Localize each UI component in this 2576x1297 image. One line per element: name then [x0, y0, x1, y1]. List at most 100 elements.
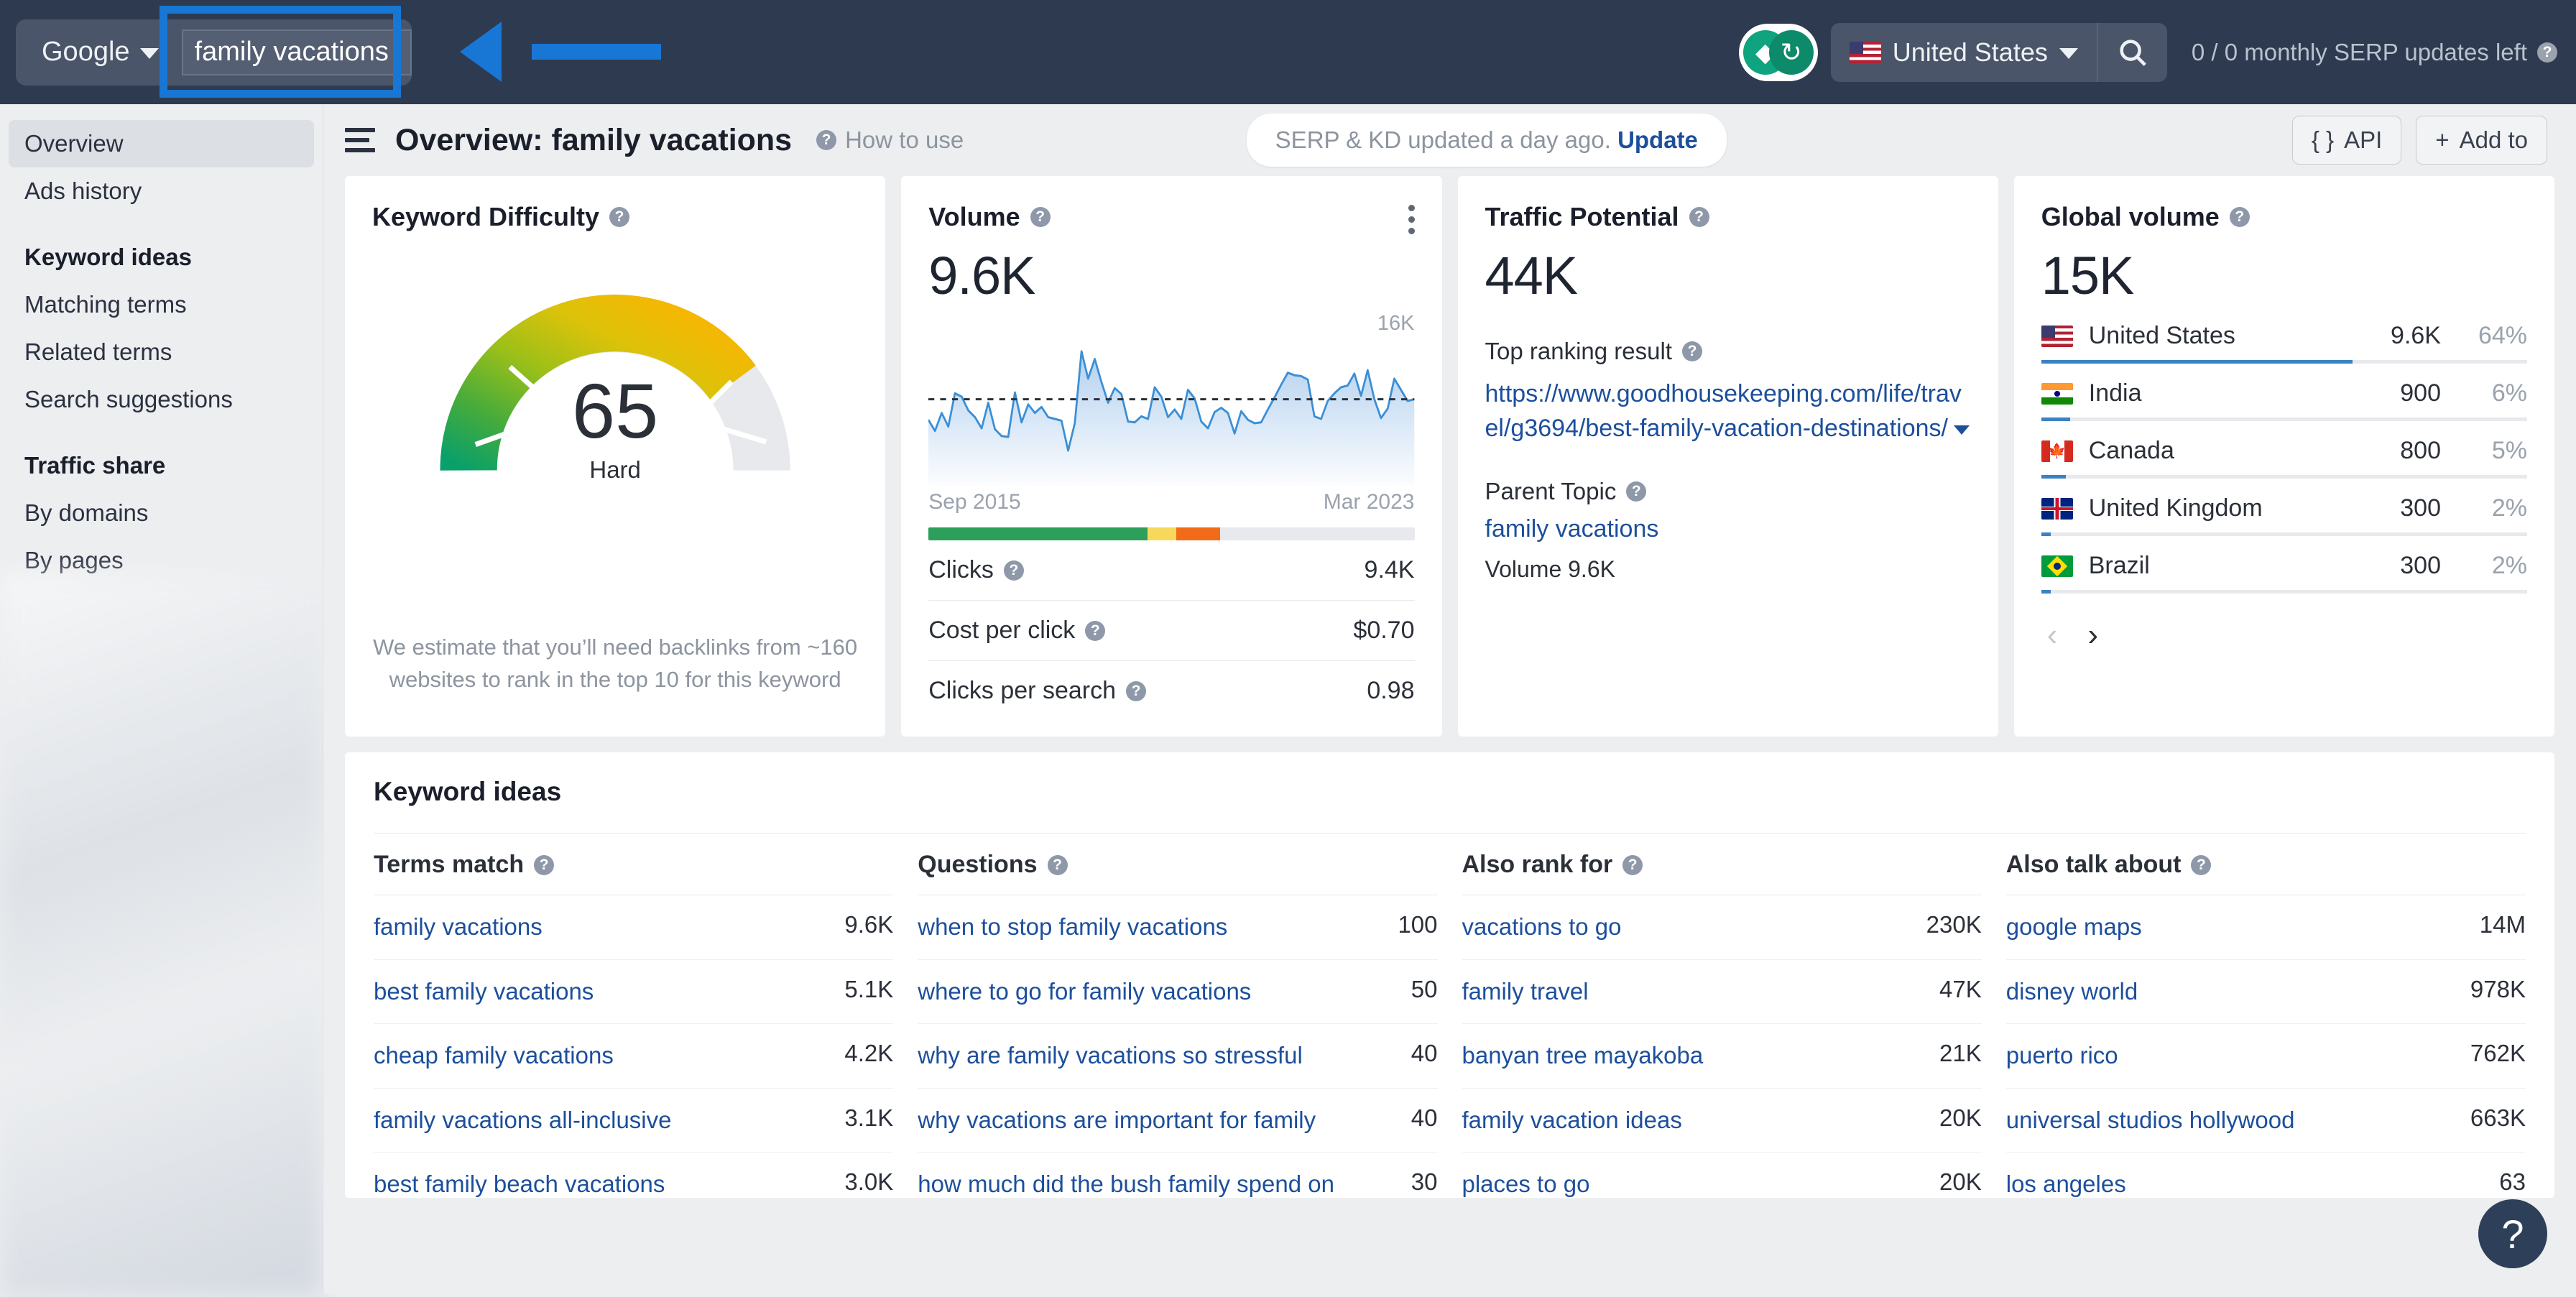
serp-kd-update-banner: SERP & KD updated a day ago. Update [1246, 114, 1727, 167]
add-to-label: Add to [2459, 126, 2528, 153]
help-icon[interactable]: ? [1689, 207, 1709, 227]
keyword-row[interactable]: where to go for family vacations 50 [918, 960, 1438, 1025]
keyword-row[interactable]: los angeles 63 [2006, 1153, 2526, 1198]
keyword-link[interactable]: when to stop family vacations [918, 911, 1227, 943]
keyword-link[interactable]: family vacations [374, 911, 543, 943]
sidebar-item-overview[interactable]: Overview [9, 120, 314, 167]
keyword-row[interactable]: vacations to go 230K [1462, 895, 1982, 960]
keyword-row[interactable]: family vacations all-inclusive 3.1K [374, 1089, 894, 1153]
help-icon[interactable]: ? [1681, 341, 1702, 361]
sidebar-item-related-terms[interactable]: Related terms [9, 328, 314, 376]
keyword-volume: 230K [1926, 911, 1982, 938]
keyword-link[interactable]: los angeles [2006, 1168, 2126, 1198]
keyword-row[interactable]: places to go 20K [1462, 1153, 1982, 1198]
keyword-link[interactable]: best family vacations [374, 976, 594, 1008]
next-page-icon[interactable]: › [2087, 619, 2098, 651]
help-icon[interactable]: ? [609, 207, 630, 227]
keyword-link[interactable]: universal studios hollywood [2006, 1104, 2295, 1137]
help-fab-button[interactable]: ? [2478, 1199, 2547, 1268]
help-icon[interactable]: ? [1085, 620, 1106, 641]
keyword-link[interactable]: best family beach vacations [374, 1168, 665, 1198]
help-icon[interactable]: ? [2229, 207, 2250, 227]
add-to-button[interactable]: + Add to [2416, 116, 2547, 165]
help-icon[interactable]: ? [1626, 481, 1647, 502]
keyword-row[interactable]: disney world 978K [2005, 960, 2526, 1025]
keyword-link[interactable]: cheap family vacations [374, 1040, 614, 1072]
keyword-row[interactable]: cheap family vacations 4.2K [374, 1024, 894, 1089]
help-icon[interactable]: ? [534, 854, 555, 875]
keyword-link[interactable]: family travel [1462, 976, 1589, 1008]
country-selector[interactable]: United States [1831, 22, 2098, 82]
sidebar-item-search-suggestions[interactable]: Search suggestions [9, 376, 314, 423]
keyword-link[interactable]: why are family vacations so stressful [918, 1040, 1303, 1072]
keyword-ideas-column: Also talk about? google maps 14M disney wor… [2005, 834, 2526, 1198]
help-icon[interactable]: ? [2537, 42, 2557, 63]
help-icon[interactable]: ? [1003, 560, 1024, 581]
sidebar-item-matching-terms[interactable]: Matching terms [9, 281, 314, 328]
keyword-row[interactable]: google maps 14M [2005, 895, 2526, 960]
search-engine-selector[interactable]: Google [16, 19, 182, 86]
keyword-row[interactable]: family vacation ideas 20K [1462, 1089, 1982, 1153]
help-icon[interactable]: ? [1126, 680, 1146, 701]
clicks-value: 9.4K [1364, 556, 1415, 583]
keyword-link[interactable]: disney world [2006, 976, 2138, 1008]
sidebar-group-keyword-ideas: Keyword ideas [24, 244, 192, 270]
update-link[interactable]: Update [1617, 126, 1698, 153]
help-icon[interactable]: ? [1030, 207, 1051, 227]
keyword-link[interactable]: places to go [1462, 1168, 1590, 1198]
keyword-volume: 663K [2470, 1104, 2526, 1131]
keyword-row[interactable]: universal studios hollywood 663K [2005, 1089, 2526, 1153]
top-ranking-result-url[interactable]: https://www.goodhousekeeping.com/life/tr… [1485, 380, 1962, 442]
ai-assist-badges[interactable]: ◆ ↻ [1738, 23, 1818, 81]
keyword-row[interactable]: puerto rico 762K [2005, 1024, 2526, 1089]
flag-us-icon [2041, 325, 2073, 347]
sidebar-item-ads-history[interactable]: Ads history [9, 167, 314, 215]
top-bar: Google ◆ ↻ United States [0, 0, 2576, 104]
keyword-link[interactable]: family vacations all-inclusive [374, 1104, 671, 1137]
volume-card-menu-icon[interactable] [1408, 205, 1415, 234]
search-button[interactable] [2098, 23, 2167, 82]
keyword-row[interactable]: how much did the bush family spend on va… [918, 1153, 1437, 1198]
api-button[interactable]: { } API [2291, 116, 2402, 165]
keyword-link[interactable]: banyan tree mayakoba [1462, 1040, 1704, 1072]
keyword-row[interactable]: best family vacations 5.1K [374, 960, 894, 1025]
global-volume-row: India 900 6% [2041, 379, 2527, 421]
help-icon[interactable]: ? [1622, 854, 1643, 875]
keyword-row[interactable]: why are family vacations so stressful 40 [918, 1024, 1438, 1089]
keyword-link[interactable]: where to go for family vacations [918, 976, 1251, 1008]
keyword-row[interactable]: when to stop family vacations 100 [918, 895, 1438, 960]
previous-page-icon[interactable]: ‹ [2047, 619, 2058, 651]
keyword-input[interactable] [181, 29, 412, 75]
flag-gb-icon [2041, 497, 2073, 520]
plus-icon: + [2435, 126, 2450, 153]
keyword-volume: 40 [1411, 1040, 1438, 1067]
keyword-row[interactable]: family vacations 9.6K [374, 895, 894, 960]
keyword-link[interactable]: why vacations are important for family [918, 1104, 1316, 1137]
keyword-row[interactable]: family travel 47K [1462, 960, 1982, 1025]
global-volume-row: United Kingdom 300 2% [2041, 494, 2527, 536]
menu-icon[interactable] [345, 128, 375, 152]
keyword-row[interactable]: banyan tree mayakoba 21K [1462, 1024, 1982, 1089]
card-title: Global volume ? [2041, 202, 2527, 232]
keyword-link[interactable]: vacations to go [1462, 911, 1622, 943]
volume-trend-chart [928, 338, 1415, 486]
volume-chart-axis: Sep 2015 Mar 2023 [928, 490, 1414, 514]
keyword-link[interactable]: google maps [2006, 911, 2142, 943]
keyword-link[interactable]: puerto rico [2006, 1040, 2118, 1072]
chevron-down-icon[interactable] [1953, 425, 1970, 435]
how-to-use-link[interactable]: ? How to use [816, 126, 964, 154]
top-ranking-result-label: Top ranking result [1485, 338, 1672, 364]
sidebar-item-by-domains[interactable]: By domains [9, 489, 314, 537]
keyword-link[interactable]: how much did the bush family spend on va… [918, 1168, 1397, 1198]
keyword-row[interactable]: why vacations are important for family 40 [918, 1089, 1438, 1153]
parent-topic-link[interactable]: family vacations [1485, 515, 1971, 543]
keyword-row[interactable]: best family beach vacations 3.0K [374, 1153, 893, 1198]
keyword-ideas-column: Terms match? family vacations 9.6K best fam… [374, 834, 894, 1198]
keyword-link[interactable]: family vacation ideas [1462, 1104, 1682, 1137]
help-icon[interactable]: ? [2191, 854, 2212, 875]
page-title: Overview: family vacations [395, 122, 793, 157]
clicks-label: Clicks [928, 556, 994, 583]
country-percent: 5% [2491, 437, 2527, 464]
header-actions: { } API + Add to [2291, 116, 2547, 165]
help-icon[interactable]: ? [1047, 854, 1068, 875]
